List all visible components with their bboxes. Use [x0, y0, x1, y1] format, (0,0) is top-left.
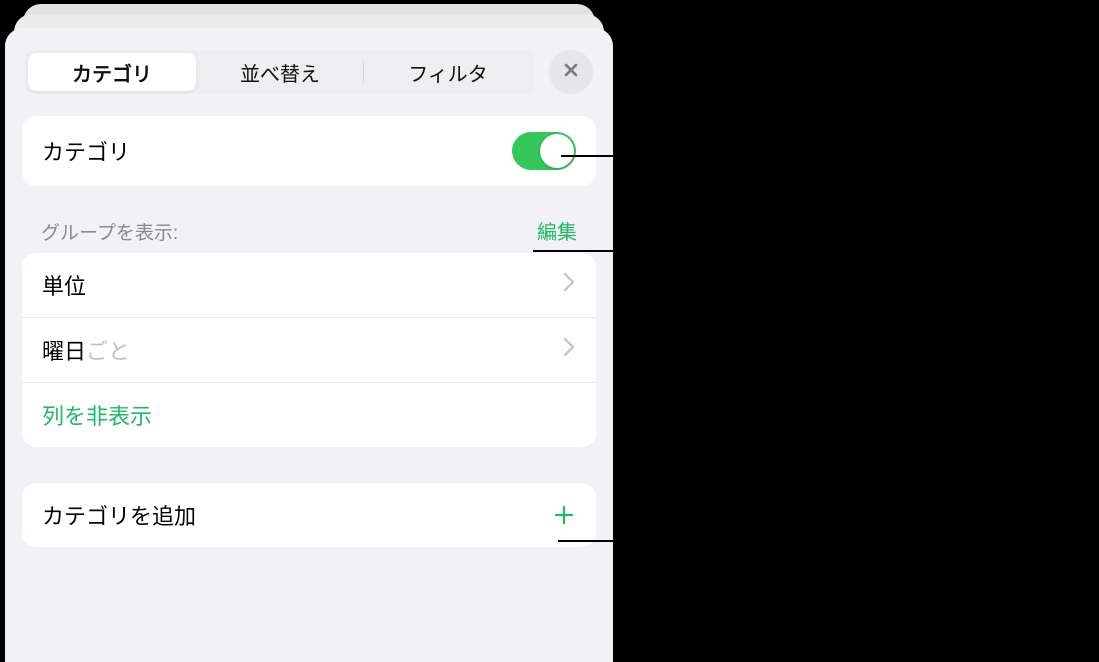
tab-filter[interactable]: フィルタ [364, 53, 532, 91]
close-button[interactable] [549, 50, 593, 94]
toggle-knob [540, 134, 574, 168]
group-header-label: グループを表示: [41, 218, 178, 245]
category-toggle-label: カテゴリ [42, 135, 130, 167]
close-icon [561, 60, 581, 85]
category-panel: カテゴリ 並べ替え フィルタ カテゴリ グループを表示: [5, 28, 613, 662]
edit-link[interactable]: 編集 [537, 216, 577, 245]
add-category-label: カテゴリを追加 [42, 499, 196, 531]
category-toggle-section: カテゴリ [22, 116, 596, 186]
chevron-right-icon [562, 271, 576, 299]
hide-column-row[interactable]: 列を非表示 [22, 383, 596, 447]
group-row-dow[interactable]: 曜日ごと [22, 318, 596, 383]
category-toggle-row[interactable]: カテゴリ [22, 116, 596, 186]
hide-column-label: 列を非表示 [42, 399, 152, 431]
view-tabs: カテゴリ 並べ替え フィルタ [25, 50, 535, 94]
callout-toggle: カテゴリのオン/オフを切り替えます。 [640, 140, 1001, 173]
plus-icon [552, 503, 576, 527]
group-row-unit-label: 単位 [42, 269, 86, 301]
callout-add: カテゴリまたはサブカテゴリを追加するには、「カテゴリを追加」をタップしてソース列… [640, 525, 1080, 623]
group-list-section: 単位 曜日ごと 列を非表示 [22, 253, 596, 447]
group-row-dow-label: 曜日ごと [42, 334, 130, 366]
group-row-unit[interactable]: 単位 [22, 253, 596, 318]
add-category-row[interactable]: カテゴリを追加 [22, 483, 596, 547]
add-category-section: カテゴリを追加 [22, 483, 596, 547]
tab-category[interactable]: カテゴリ [28, 53, 196, 91]
group-section-header: グループを表示: 編集 [41, 216, 577, 245]
tab-sort[interactable]: 並べ替え [196, 53, 364, 91]
category-toggle[interactable] [512, 132, 576, 170]
callout-edit: カテゴリを削除または並べ替えるには、「編集」をタップします。 [640, 235, 1080, 300]
chevron-right-icon [562, 336, 576, 364]
